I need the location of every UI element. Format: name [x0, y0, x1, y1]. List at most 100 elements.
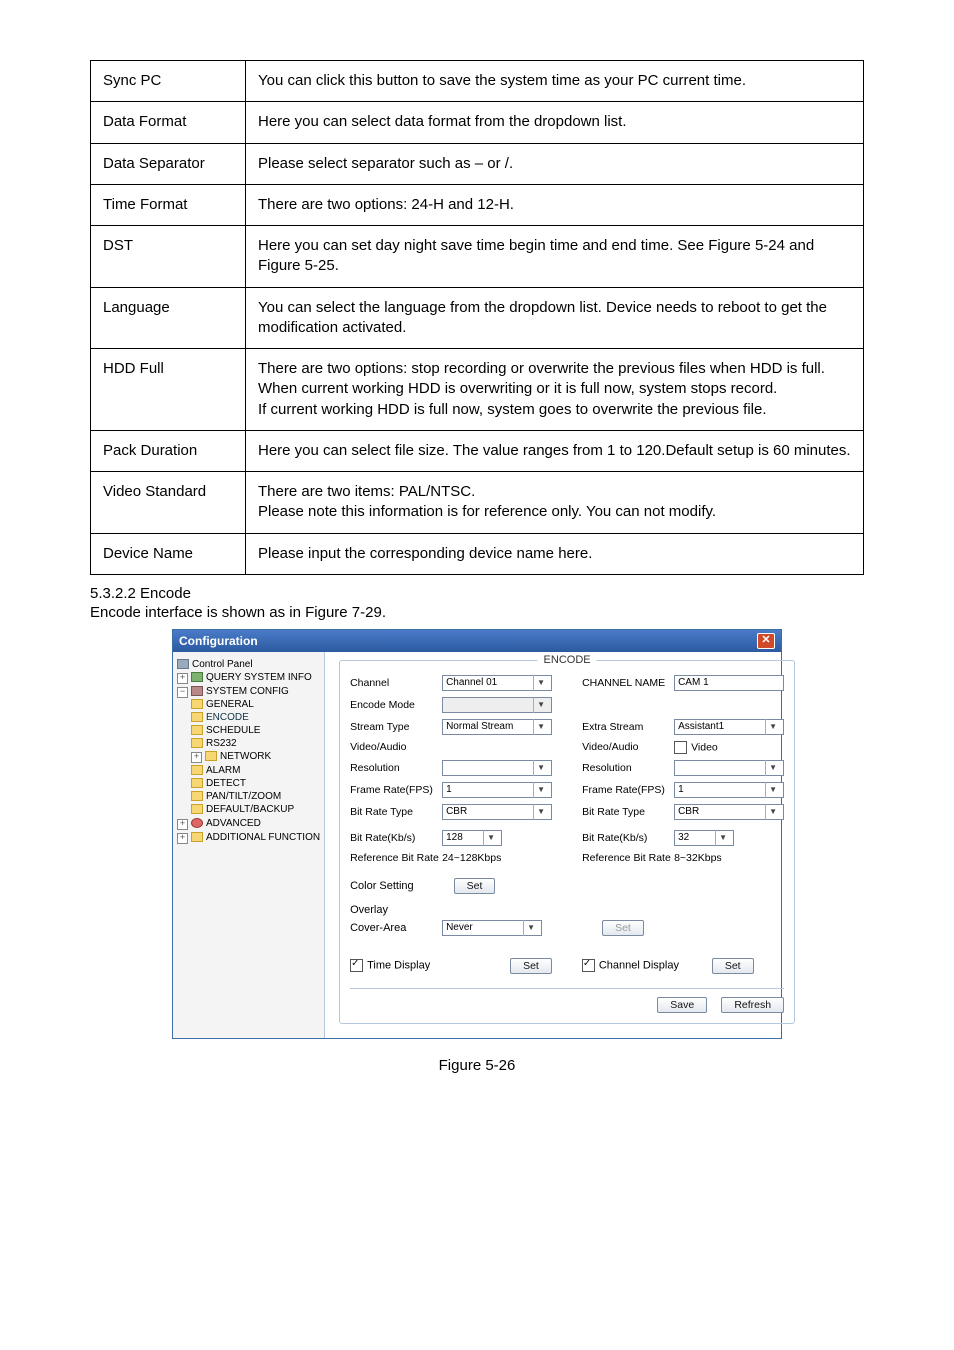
- label-bit-rate-left: Bit Rate(Kb/s): [350, 832, 442, 844]
- frame-rate-left-select[interactable]: 1▼: [442, 782, 552, 798]
- table-row: DSTHere you can set day night save time …: [91, 226, 864, 288]
- expand-icon[interactable]: +: [177, 673, 188, 684]
- bit-rate-right-select[interactable]: 32▼: [674, 830, 734, 846]
- folder-icon: [191, 791, 203, 801]
- video-checkbox[interactable]: [674, 741, 687, 754]
- folder-icon: [191, 804, 203, 814]
- section-heading: 5.3.2.2 Encode: [90, 585, 864, 602]
- tree-item-encode[interactable]: ENCODE: [191, 711, 320, 724]
- refresh-button[interactable]: Refresh: [721, 997, 784, 1013]
- desc-cell: There are two options: stop recording or…: [246, 349, 864, 431]
- label-color-setting: Color Setting: [350, 880, 414, 892]
- table-row: Device NamePlease input the correspondin…: [91, 533, 864, 574]
- table-row: Pack DurationHere you can select file si…: [91, 430, 864, 471]
- table-row: Data SeparatorPlease select separator su…: [91, 143, 864, 184]
- color-setting-set-button[interactable]: Set: [454, 878, 496, 894]
- tree-item-query-system-info[interactable]: +QUERY SYSTEM INFO: [177, 671, 320, 685]
- label-ref-bit-rate-right: Reference Bit Rate: [582, 852, 674, 864]
- frame-rate-right-select[interactable]: 1▼: [674, 782, 784, 798]
- table-row: LanguageYou can select the language from…: [91, 287, 864, 349]
- time-display-checkbox[interactable]: [350, 959, 363, 972]
- expand-icon[interactable]: +: [177, 833, 188, 844]
- folder-icon: [191, 738, 203, 748]
- param-cell: Device Name: [91, 533, 246, 574]
- expand-icon[interactable]: +: [177, 819, 188, 830]
- save-button[interactable]: Save: [657, 997, 707, 1013]
- param-cell: Data Separator: [91, 143, 246, 184]
- param-cell: Pack Duration: [91, 430, 246, 471]
- bit-rate-left-select[interactable]: 128▼: [442, 830, 502, 846]
- tree-item-detect[interactable]: DETECT: [191, 777, 320, 790]
- chevron-down-icon: ▼: [533, 719, 548, 735]
- channel-display-checkbox[interactable]: [582, 959, 595, 972]
- channel-display-set-button[interactable]: Set: [712, 958, 754, 974]
- desc-cell: You can click this button to save the sy…: [246, 61, 864, 102]
- table-row: Data FormatHere you can select data form…: [91, 102, 864, 143]
- tree-item-schedule[interactable]: SCHEDULE: [191, 724, 320, 737]
- folder-icon: [191, 832, 203, 842]
- channel-name-input[interactable]: CAM 1: [674, 675, 784, 691]
- label-ref-bit-rate-left: Reference Bit Rate: [350, 852, 442, 864]
- label-overlay: Overlay: [350, 904, 784, 916]
- tree-item-default-backup[interactable]: DEFAULT/BACKUP: [191, 803, 320, 816]
- section-intro: Encode interface is shown as in Figure 7…: [90, 604, 864, 621]
- extra-stream-select[interactable]: Assistant1▼: [674, 719, 784, 735]
- fieldset-legend: ENCODE: [538, 654, 597, 666]
- desc-cell: Here you can set day night save time beg…: [246, 226, 864, 288]
- resolution-left-select[interactable]: ▼: [442, 760, 552, 776]
- ref-bit-rate-left-value: 24~128Kbps: [442, 852, 552, 864]
- table-row: Sync PCYou can click this button to save…: [91, 61, 864, 102]
- tree-item-ptz[interactable]: PAN/TILT/ZOOM: [191, 790, 320, 803]
- encode-fieldset: ENCODE Channel Channel 01▼ CHANNEL NAME …: [339, 660, 795, 1024]
- tree-item-system-config[interactable]: −SYSTEM CONFIG GENERAL ENCODE SCHEDULE R…: [177, 685, 320, 817]
- label-bit-rate-type-right: Bit Rate Type: [582, 806, 674, 818]
- desc-cell: Here you can select file size. The value…: [246, 430, 864, 471]
- resolution-right-select[interactable]: ▼: [674, 760, 784, 776]
- configuration-window: Configuration ✕ Control Panel +QUERY SYS…: [172, 629, 782, 1039]
- desc-cell: Please select separator such as – or /.: [246, 143, 864, 184]
- table-row: Time FormatThere are two options: 24-H a…: [91, 184, 864, 225]
- cover-area-set-button: Set: [602, 920, 644, 936]
- param-cell: DST: [91, 226, 246, 288]
- time-display-set-button[interactable]: Set: [510, 958, 552, 974]
- tree-item-network[interactable]: +NETWORK: [191, 750, 320, 764]
- chevron-down-icon: ▼: [765, 719, 780, 735]
- desc-cell: You can select the language from the dro…: [246, 287, 864, 349]
- table-row: HDD FullThere are two options: stop reco…: [91, 349, 864, 431]
- desc-cell: Here you can select data format from the…: [246, 102, 864, 143]
- collapse-icon[interactable]: −: [177, 687, 188, 698]
- label-video-audio: Video/Audio: [350, 741, 442, 753]
- label-bit-rate-type-left: Bit Rate Type: [350, 806, 442, 818]
- label-video-audio-right: Video/Audio: [582, 741, 674, 753]
- encode-mode-select: ▼: [442, 697, 552, 713]
- chevron-down-icon: ▼: [533, 760, 548, 776]
- tree-item-general[interactable]: GENERAL: [191, 698, 320, 711]
- label-channel-name: CHANNEL NAME: [582, 677, 674, 689]
- bit-rate-type-right-select[interactable]: CBR▼: [674, 804, 784, 820]
- folder-icon: [191, 725, 203, 735]
- tree-item-alarm[interactable]: ALARM: [191, 764, 320, 777]
- cover-area-select[interactable]: Never▼: [442, 920, 542, 936]
- tree-item-rs232[interactable]: RS232: [191, 737, 320, 750]
- stream-type-select[interactable]: Normal Stream▼: [442, 719, 552, 735]
- bit-rate-type-left-select[interactable]: CBR▼: [442, 804, 552, 820]
- tree-item-additional-function[interactable]: +ADDITIONAL FUNCTION: [177, 831, 320, 845]
- label-time-display: Time Display: [367, 960, 430, 972]
- channel-select[interactable]: Channel 01▼: [442, 675, 552, 691]
- desc-cell: Please input the corresponding device na…: [246, 533, 864, 574]
- folder-open-icon: [191, 712, 203, 722]
- folder-icon: [205, 751, 217, 761]
- chevron-down-icon: ▼: [765, 782, 780, 798]
- label-encode-mode: Encode Mode: [350, 699, 442, 711]
- close-icon[interactable]: ✕: [757, 633, 775, 649]
- tree-item-advanced[interactable]: +ADVANCED: [177, 817, 320, 831]
- label-resolution-right: Resolution: [582, 762, 674, 774]
- chevron-down-icon: ▼: [523, 920, 538, 936]
- advanced-icon: [191, 818, 203, 828]
- nav-tree: Control Panel +QUERY SYSTEM INFO −SYSTEM…: [173, 652, 325, 1038]
- bottom-bar: Save Refresh: [350, 988, 784, 1013]
- label-frame-rate-left: Frame Rate(FPS): [350, 784, 442, 796]
- tree-item-control-panel[interactable]: Control Panel: [177, 658, 320, 671]
- folder-icon: [191, 765, 203, 775]
- expand-icon[interactable]: +: [191, 752, 202, 763]
